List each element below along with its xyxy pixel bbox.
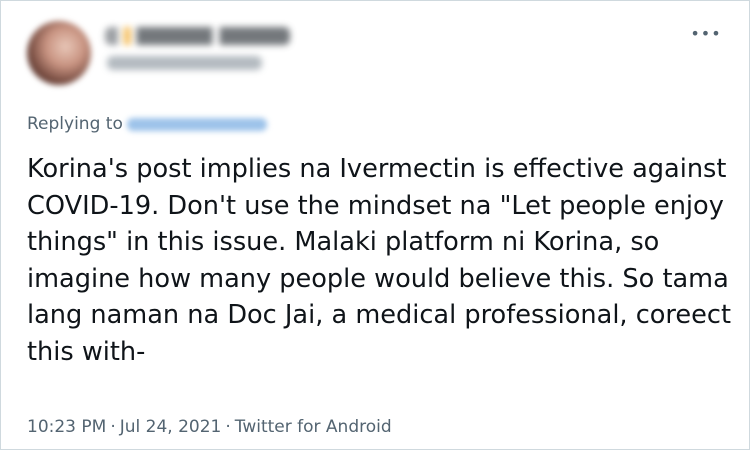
tweet-card: ••• Replying to Korina's post implies na…	[0, 0, 750, 450]
separator: ·	[225, 417, 231, 437]
reply-handle-blurred[interactable]	[126, 117, 267, 131]
avatar[interactable]	[27, 21, 91, 85]
tweet-source[interactable]: Twitter for Android	[235, 417, 392, 437]
tweet-text-line: Korina's post implies na Ivermectin is e…	[27, 154, 727, 184]
tweet-text-line: things" in this issue. Malaki platform n…	[27, 227, 660, 257]
tweet-date[interactable]: Jul 24, 2021	[120, 417, 222, 437]
author-name-blurred[interactable]	[105, 27, 290, 45]
tweet-text-line: COVID-19. Don't use the mindset na "Let …	[27, 190, 724, 221]
author-handle-blurred[interactable]	[107, 56, 262, 70]
tweet-metadata: 10:23 PM · Jul 24, 2021 · Twitter for Androi…	[27, 417, 392, 437]
replying-to-label: Replying to	[27, 114, 123, 134]
tweet-text: Korina's post implies na Ivermectin is e…	[27, 151, 742, 370]
separator: ·	[110, 417, 116, 437]
tweet-text-line: lang naman na Doc Jai, a medical profess…	[27, 300, 731, 330]
tweet-text-line: imagine how many people would believe th…	[27, 263, 729, 294]
tweet-text-line: this with-	[27, 336, 146, 367]
replying-to: Replying to	[27, 114, 267, 134]
more-horizontal-icon[interactable]: •••	[690, 23, 721, 43]
tweet-time[interactable]: 10:23 PM	[27, 417, 106, 437]
